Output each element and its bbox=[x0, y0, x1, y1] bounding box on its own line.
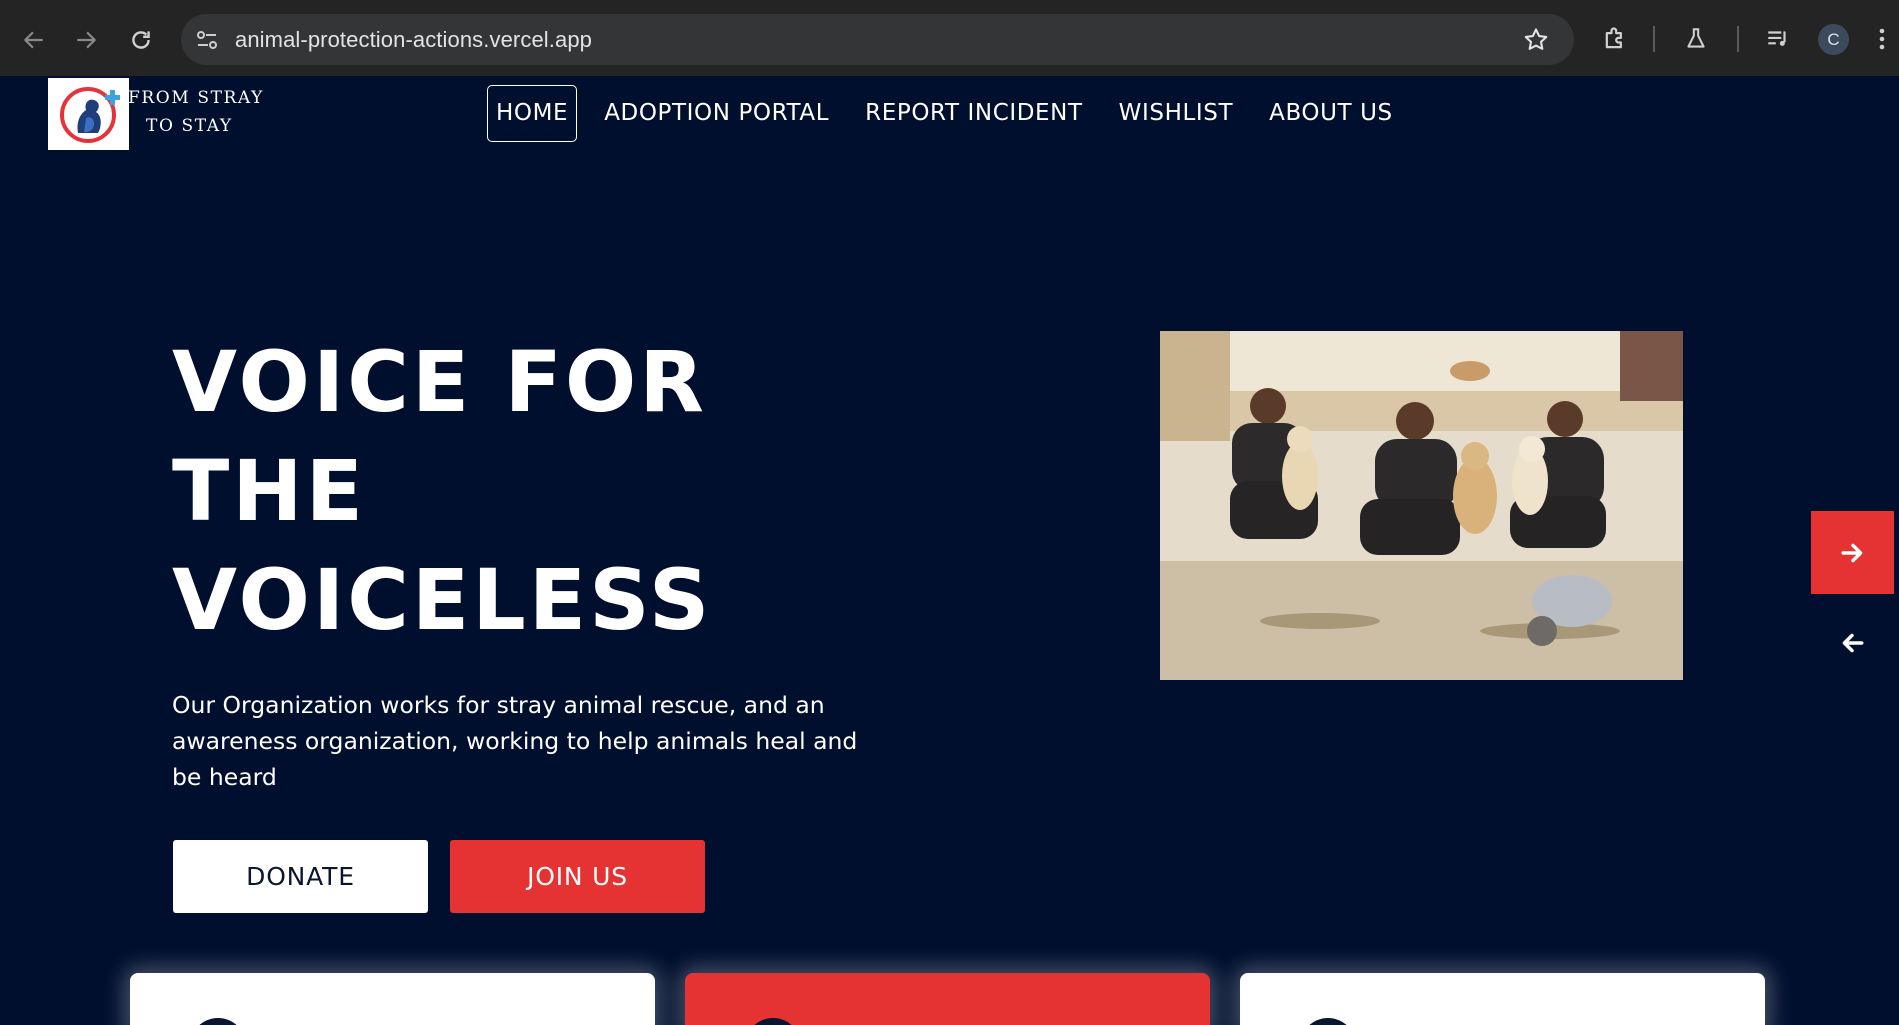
nav-report-incident[interactable]: REPORT INCIDENT bbox=[865, 86, 1082, 141]
extensions-icon[interactable] bbox=[1600, 24, 1630, 54]
profile-avatar[interactable]: C bbox=[1818, 24, 1849, 55]
nav-home[interactable]: HOME bbox=[487, 85, 578, 142]
more-menu-icon[interactable] bbox=[1872, 24, 1892, 54]
carousel-next-button[interactable] bbox=[1811, 511, 1894, 594]
logo-line-1: From Stray bbox=[128, 88, 264, 108]
address-bar[interactable]: animal-protection-actions.vercel.app bbox=[181, 14, 1574, 65]
join-us-button[interactable]: JOIN US bbox=[450, 840, 705, 913]
labs-flask-icon[interactable] bbox=[1681, 24, 1711, 54]
back-arrow-icon[interactable] bbox=[16, 22, 52, 58]
feature-card-3[interactable] bbox=[1240, 973, 1765, 1025]
media-queue-icon[interactable] bbox=[1763, 24, 1793, 54]
feature-card-icon bbox=[190, 1018, 246, 1025]
hero-title: VOICE FOR THE VOICELESS bbox=[172, 328, 712, 655]
arrow-right-icon bbox=[1841, 543, 1862, 562]
toolbar-divider bbox=[1737, 26, 1739, 52]
toolbar-divider bbox=[1653, 26, 1655, 52]
feature-card-1[interactable] bbox=[130, 973, 655, 1025]
reload-icon[interactable] bbox=[123, 22, 159, 58]
site-settings-icon[interactable] bbox=[195, 28, 219, 52]
hero-photo-volunteers-with-dogs bbox=[1160, 331, 1683, 680]
feature-card-2[interactable] bbox=[685, 973, 1210, 1025]
nav-wishlist[interactable]: WISHLIST bbox=[1119, 86, 1233, 141]
url-text[interactable]: animal-protection-actions.vercel.app bbox=[235, 27, 592, 53]
site-logo[interactable] bbox=[48, 78, 129, 150]
browser-toolbar: animal-protection-actions.vercel.app C bbox=[0, 0, 1899, 76]
logo-line-2: To Stay bbox=[146, 116, 233, 136]
carousel-prev-button[interactable] bbox=[1831, 622, 1873, 664]
feature-card-icon bbox=[1300, 1018, 1356, 1025]
arrow-left-icon bbox=[1842, 633, 1864, 653]
hero-title-line-2: THE bbox=[172, 442, 366, 540]
donate-button[interactable]: DONATE bbox=[173, 840, 428, 913]
hero-title-line-3: VOICELESS bbox=[172, 551, 713, 649]
hero-title-line-1: VOICE FOR bbox=[172, 333, 707, 431]
hero-description: Our Organization works for stray animal … bbox=[172, 691, 858, 791]
main-navigation: HOME ADOPTION PORTAL REPORT INCIDENT WIS… bbox=[487, 85, 1429, 142]
forward-arrow-icon[interactable] bbox=[68, 22, 104, 58]
logo-wordmark: From Stray To Stay bbox=[128, 84, 264, 140]
nav-adoption-portal[interactable]: ADOPTION PORTAL bbox=[604, 86, 829, 141]
paw-rescue-logo-icon bbox=[60, 87, 120, 143]
feature-card-icon bbox=[745, 1018, 801, 1025]
bookmark-star-icon[interactable] bbox=[1522, 26, 1550, 54]
nav-about-us[interactable]: ABOUT US bbox=[1269, 86, 1393, 141]
